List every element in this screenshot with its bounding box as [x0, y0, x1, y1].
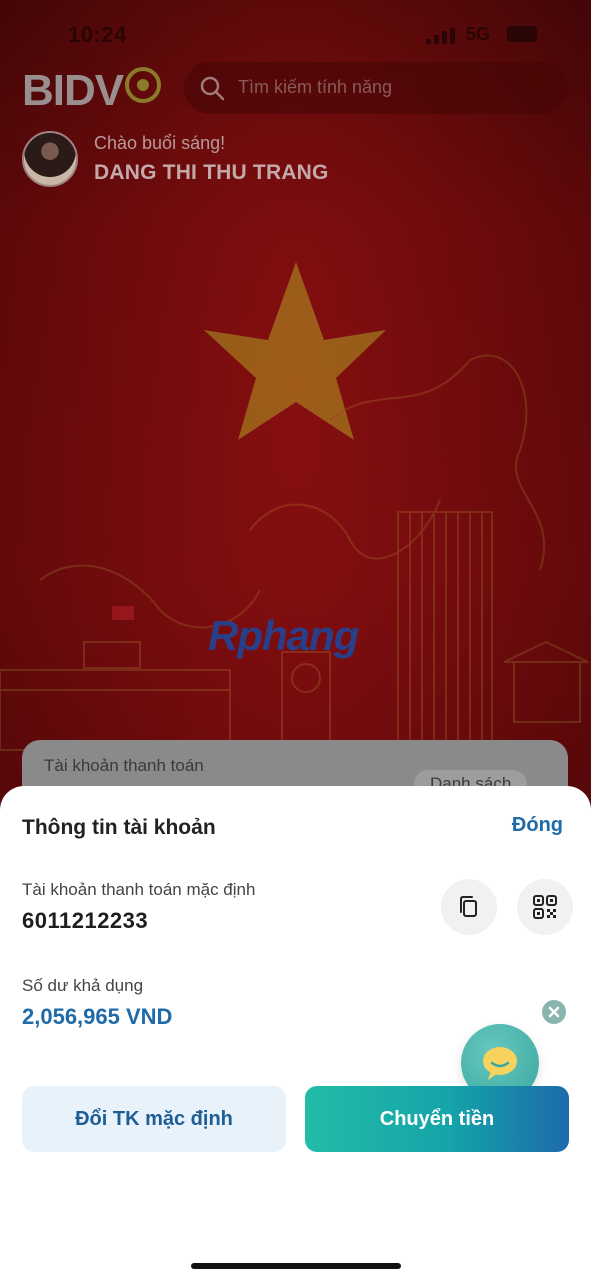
network-type: 5G: [466, 24, 491, 44]
bidv-logo: BIDV: [22, 66, 124, 115]
home-indicator[interactable]: [191, 1263, 401, 1269]
close-icon: [548, 1006, 560, 1018]
transfer-money-button[interactable]: Chuyển tiền: [305, 1086, 569, 1152]
default-account-label: Tài khoản thanh toán mặc định: [22, 880, 256, 899]
user-name: DANG THI THU TRANG: [94, 161, 329, 184]
copy-icon: [460, 896, 477, 917]
sheet-title: Thông tin tài khoản: [22, 816, 216, 839]
signal-icon: [426, 28, 455, 44]
battery-icon: [507, 26, 537, 42]
qr-code-button[interactable]: [517, 879, 573, 935]
change-default-account-button[interactable]: Đổi TK mặc định: [22, 1086, 286, 1152]
copy-account-button[interactable]: [441, 879, 497, 935]
search-placeholder: Tìm kiếm tính năng: [238, 77, 393, 97]
account-number: 6011212233: [22, 908, 149, 933]
close-button[interactable]: Đóng: [512, 814, 563, 837]
greeting-text: Chào buổi sáng!: [94, 133, 226, 153]
search-icon: [200, 76, 225, 101]
status-bar: 10:24 5G: [0, 18, 591, 54]
dismiss-chat-button[interactable]: [542, 1000, 566, 1024]
balance-label: Số dư khả dụng: [22, 976, 144, 995]
avatar[interactable]: [22, 131, 78, 187]
search-input[interactable]: Tìm kiếm tính năng: [184, 62, 568, 114]
payment-account-card-title: Tài khoản thanh toán: [44, 756, 204, 775]
status-time: 10:24: [68, 22, 127, 47]
qr-code-icon: [533, 895, 557, 919]
watermark: Rphang: [208, 612, 359, 659]
bidv-logo-mark-icon: [125, 67, 161, 103]
balance-value: 2,056,965 VND: [22, 1004, 173, 1029]
account-info-sheet: Thông tin tài khoản Đóng Tài khoản thanh…: [0, 786, 591, 1280]
